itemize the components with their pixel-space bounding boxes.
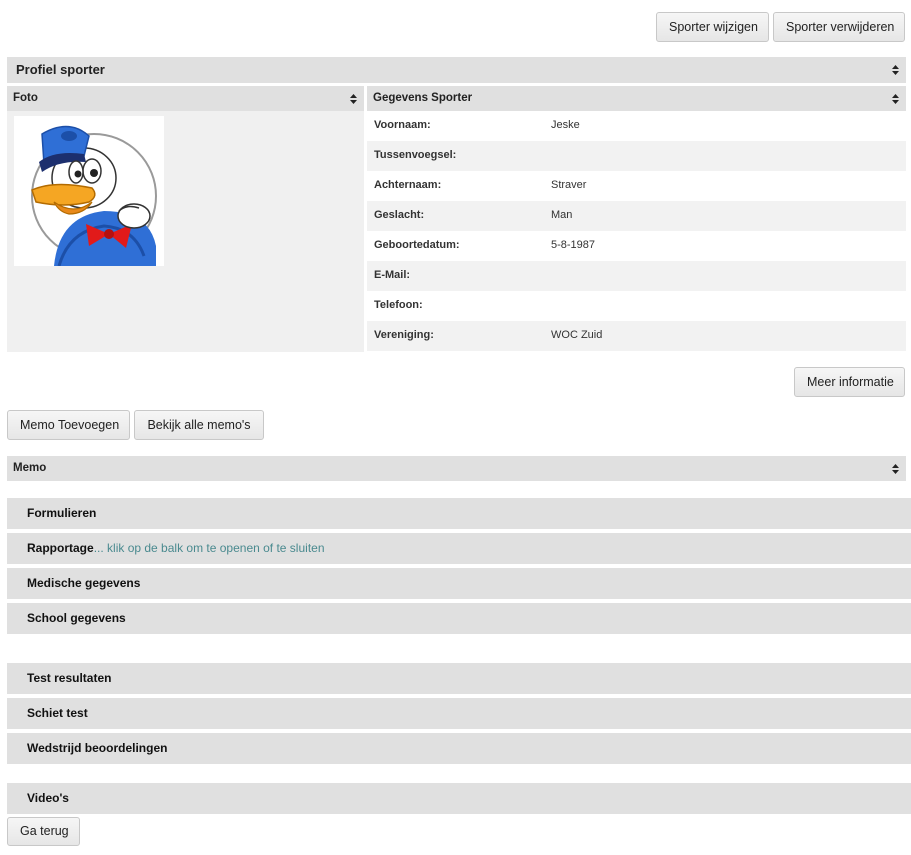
section-label: Rapportage	[27, 541, 94, 555]
section-label: Formulieren	[27, 506, 97, 520]
field-label: Telefoon:	[374, 299, 423, 311]
section-bar-formulieren[interactable]: Formulieren	[7, 498, 911, 529]
section-bar-school-gegevens[interactable]: School gegevens	[7, 603, 911, 634]
section-bar-test-resultaten[interactable]: Test resultaten	[7, 663, 911, 694]
field-value: WOC Zuid	[551, 329, 603, 341]
memo-title: Memo	[13, 462, 47, 474]
section-hint: ... klik op de balk om te openen of te s…	[93, 541, 325, 555]
gegevens-header[interactable]: Gegevens Sporter	[367, 86, 906, 111]
foto-header[interactable]: Foto	[7, 86, 364, 111]
sort-icon	[892, 65, 899, 75]
memo-header[interactable]: Memo	[7, 456, 906, 481]
field-label: Tussenvoegsel:	[374, 149, 457, 161]
athlete-photo	[14, 116, 164, 267]
sort-icon	[892, 463, 899, 474]
field-value: Jeske	[551, 119, 580, 131]
field-label: Geboortedatum:	[374, 239, 460, 251]
field-value: Man	[551, 209, 573, 221]
field-row-email: E-Mail:	[367, 261, 906, 291]
add-memo-button[interactable]: Memo Toevoegen	[7, 410, 130, 440]
more-info-button[interactable]: Meer informatie	[794, 367, 905, 397]
field-value: 5-8-1987	[551, 239, 596, 251]
field-row-achternaam: Achternaam: Straver	[367, 171, 906, 201]
field-label: Vereniging:	[374, 329, 434, 341]
field-row-tussenvoegsel: Tussenvoegsel:	[367, 141, 906, 171]
section-bar-wedstrijd-beoordelingen[interactable]: Wedstrijd beoordelingen	[7, 733, 911, 764]
section-bar-videos[interactable]: Video's	[7, 783, 911, 814]
section-label: Test resultaten	[27, 671, 112, 685]
section-bar-rapportage[interactable]: Rapportage... klik op de balk om te open…	[7, 533, 911, 564]
field-row-vereniging: Vereniging: WOC Zuid	[367, 321, 906, 351]
field-label: Geslacht:	[374, 209, 425, 221]
sort-icon	[892, 93, 899, 104]
section-label: Wedstrijd beoordelingen	[27, 741, 168, 755]
field-row-geslacht: Geslacht: Man	[367, 201, 906, 231]
field-label: Achternaam:	[374, 179, 442, 191]
section-label: Medische gegevens	[27, 576, 141, 590]
field-row-voornaam: Voornaam: Jeske	[367, 111, 906, 141]
back-button[interactable]: Ga terug	[7, 817, 80, 846]
field-value: Straver	[551, 179, 587, 191]
delete-athlete-button[interactable]: Sporter verwijderen	[773, 12, 905, 42]
gegevens-title: Gegevens Sporter	[373, 92, 473, 104]
edit-athlete-button[interactable]: Sporter wijzigen	[656, 12, 769, 42]
section-label: Video's	[27, 791, 69, 805]
view-all-memos-button[interactable]: Bekijk alle memo's	[134, 410, 264, 440]
field-label: Voornaam:	[374, 119, 431, 131]
section-label: School gegevens	[27, 611, 126, 625]
sort-icon	[350, 93, 357, 104]
foto-title: Foto	[13, 92, 38, 104]
section-bar-schiet-test[interactable]: Schiet test	[7, 698, 911, 729]
field-row-telefoon: Telefoon:	[367, 291, 906, 321]
foto-panel	[7, 111, 364, 352]
field-row-geboortedatum: Geboortedatum: 5-8-1987	[367, 231, 906, 261]
section-label: Schiet test	[27, 706, 88, 720]
field-label: E-Mail:	[374, 269, 411, 281]
profile-header[interactable]: Profiel sporter	[7, 57, 906, 83]
section-bar-medische-gegevens[interactable]: Medische gegevens	[7, 568, 911, 599]
gegevens-table: Voornaam: Jeske Tussenvoegsel: Achternaa…	[367, 111, 906, 352]
profile-title: Profiel sporter	[16, 62, 105, 77]
